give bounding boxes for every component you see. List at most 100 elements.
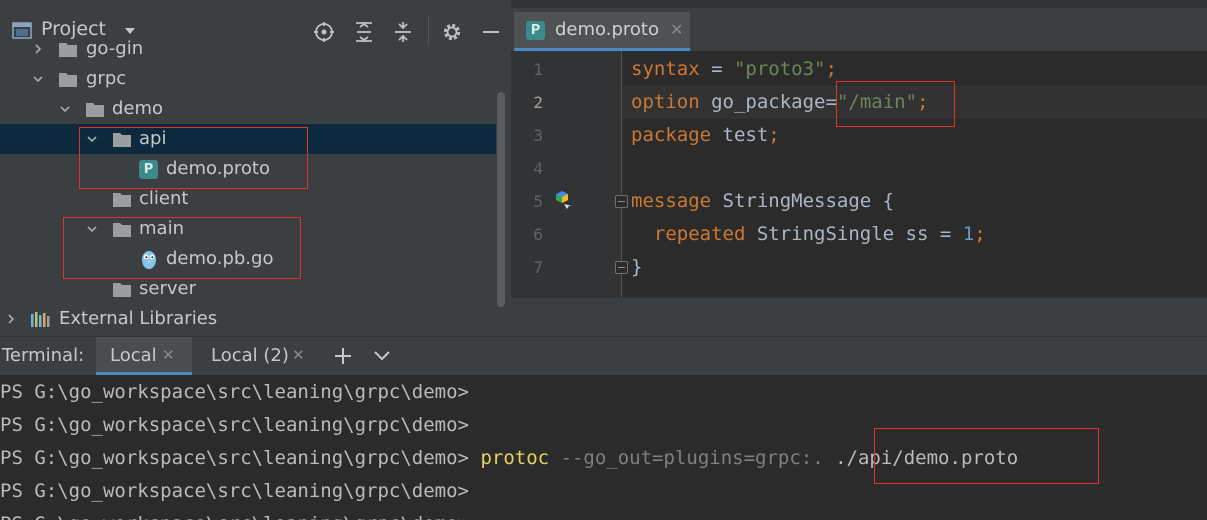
code-token: repeated	[631, 223, 746, 245]
folder-icon	[113, 223, 131, 237]
line-number: 4	[533, 159, 543, 178]
code-token: ;	[768, 124, 780, 146]
code-editor[interactable]: 1234567 syntax = "proto3"; option go_pack…	[511, 51, 1207, 297]
line-number: 2	[533, 93, 543, 112]
line-number: 1	[533, 60, 543, 79]
proto-file-icon: P	[526, 21, 545, 40]
tree-item-server[interactable]: server	[0, 274, 496, 304]
chevron-down-icon[interactable]	[122, 24, 138, 38]
tab-local[interactable]: Local ✕	[96, 337, 192, 376]
terminal-output[interactable]: PS G:\go_workspace\src\leaning\grpc\demo…	[0, 375, 1207, 520]
terminal-label: Terminal:	[2, 345, 85, 366]
tree-item-demo[interactable]: demo	[0, 94, 496, 124]
terminal-line: PS G:\go_workspace\src\leaning\grpc\demo…	[0, 376, 469, 409]
close-icon[interactable]: ✕	[162, 346, 175, 364]
code-token: =	[699, 58, 734, 80]
tab-label: demo.proto	[555, 19, 659, 40]
chevron-down-icon[interactable]	[86, 223, 98, 235]
tree-item-external-libraries[interactable]: External Libraries	[0, 304, 496, 334]
chevron-right-icon[interactable]	[5, 313, 17, 325]
tree-item-api[interactable]: api	[0, 124, 496, 154]
toolbar-separator	[428, 16, 429, 44]
terminal-option: --go_out=plugins=grpc:.	[560, 447, 824, 469]
terminal-command: protoc	[480, 447, 550, 469]
code-token: }	[631, 256, 643, 278]
fold-marker-open[interactable]	[615, 195, 628, 208]
folder-icon	[113, 283, 131, 297]
terminal-line: PS G:\go_workspace\src\leaning\grpc\demo…	[0, 475, 469, 508]
chevron-down-icon[interactable]	[32, 73, 44, 85]
tree-scrollbar[interactable]	[497, 92, 505, 307]
tree-item-main[interactable]: main	[0, 214, 496, 244]
terminal-header: Terminal: Local ✕ Local (2) ✕	[0, 336, 1207, 376]
folder-icon	[59, 73, 77, 87]
line-number: 5	[533, 192, 543, 211]
folder-icon	[113, 133, 131, 147]
libraries-icon	[31, 312, 50, 327]
code-token: ;	[974, 223, 986, 245]
code-token: go_package	[699, 91, 826, 113]
terminal-line: PS G:\go_workspace\src\leaning\grpc\demo…	[0, 508, 469, 520]
minimize-icon[interactable]	[480, 21, 502, 43]
code-line[interactable]: message StringMessage {	[631, 185, 894, 218]
proto-file-icon: P	[139, 160, 158, 179]
code-token: syntax	[631, 58, 700, 80]
code-token: ;	[917, 91, 929, 113]
code-line[interactable]: package test;	[631, 119, 780, 152]
code-token: "/main"	[836, 91, 918, 113]
tree-item-grpc[interactable]: grpc	[0, 64, 496, 94]
editor-status-area	[511, 297, 1207, 336]
code-token: package	[631, 124, 712, 146]
tab-label: Local (2)	[211, 345, 289, 366]
tab-local-2[interactable]: Local (2) ✕	[196, 337, 322, 376]
code-line[interactable]: }	[631, 251, 642, 284]
tree-item-demo-pb-go[interactable]: demo.pb.go	[0, 244, 496, 274]
project-panel: go-gin grpc demo api P demo.proto client	[0, 0, 511, 336]
tree-item-label: main	[139, 218, 184, 239]
tree-item-label: client	[139, 188, 189, 209]
tree-item-label: demo	[112, 98, 164, 119]
tree-item-client[interactable]: client	[0, 184, 496, 214]
locate-icon[interactable]	[313, 21, 335, 43]
chevron-down-icon[interactable]	[373, 347, 391, 365]
tree-item-label: External Libraries	[59, 308, 218, 329]
code-token: 1	[962, 223, 975, 245]
project-window-icon	[12, 22, 32, 39]
protobuf-gutter-icon[interactable]	[553, 190, 573, 210]
tree-item-label: demo.pb.go	[166, 248, 274, 269]
terminal-argument: ./api/demo.proto	[835, 447, 1019, 469]
fold-marker-close[interactable]	[615, 261, 628, 274]
folder-icon	[59, 43, 77, 57]
go-gopher-icon	[142, 251, 156, 269]
close-icon[interactable]: ✕	[670, 20, 683, 39]
code-token: "proto3"	[733, 58, 826, 80]
tree-item-label: api	[139, 128, 167, 149]
plus-icon[interactable]	[334, 347, 352, 365]
tree-item-demo-proto[interactable]: P demo.proto	[0, 154, 496, 184]
terminal-prompt: PS G:\go_workspace\src\leaning\grpc\demo…	[0, 513, 469, 520]
terminal-prompt: PS G:\go_workspace\src\leaning\grpc\demo…	[0, 480, 469, 502]
code-line[interactable]: option go_package="/main";	[631, 86, 928, 119]
project-header: Project	[0, 0, 511, 44]
terminal-line: PS G:\go_workspace\src\leaning\grpc\demo…	[0, 409, 469, 442]
code-line[interactable]: repeated StringSingle ss = 1;	[631, 218, 986, 251]
gear-icon[interactable]	[441, 21, 463, 43]
expand-all-icon[interactable]	[353, 21, 375, 43]
chevron-right-icon[interactable]	[32, 43, 44, 55]
project-title[interactable]: Project	[41, 18, 106, 40]
terminal-prompt: PS G:\go_workspace\src\leaning\grpc\demo…	[0, 447, 469, 469]
chevron-down-icon[interactable]	[86, 133, 98, 145]
terminal-prompt: PS G:\go_workspace\src\leaning\grpc\demo…	[0, 414, 469, 436]
code-token: =	[825, 91, 837, 113]
code-token: ;	[825, 58, 837, 80]
terminal-line: PS G:\go_workspace\src\leaning\grpc\demo…	[0, 442, 1018, 475]
code-line[interactable]: syntax = "proto3";	[631, 53, 837, 86]
folder-icon	[113, 193, 131, 207]
close-icon[interactable]: ✕	[292, 346, 305, 364]
collapse-all-icon[interactable]	[392, 21, 414, 43]
tab-bar-top-strip	[511, 0, 1207, 8]
tab-demo-proto[interactable]: P demo.proto ✕	[514, 12, 690, 51]
tree-item-label: demo.proto	[166, 158, 270, 179]
line-number: 7	[533, 258, 543, 277]
chevron-down-icon[interactable]	[59, 103, 71, 115]
